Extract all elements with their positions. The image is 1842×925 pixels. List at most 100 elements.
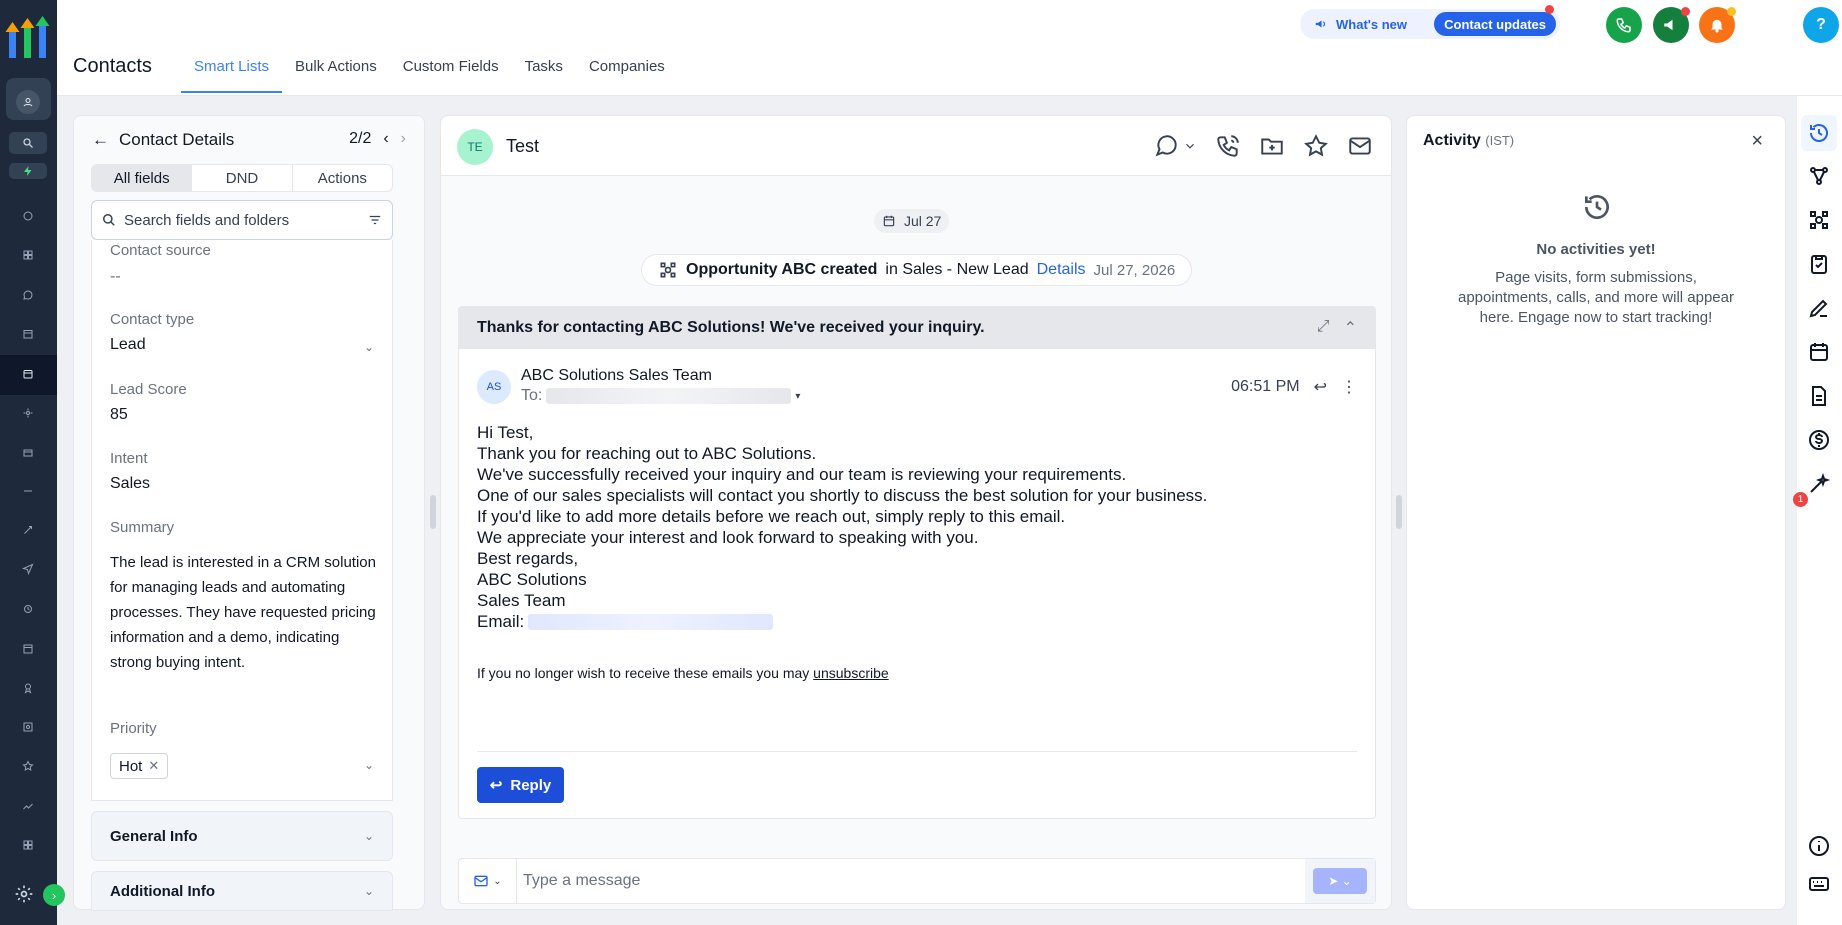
segment-dnd[interactable]: DND (191, 165, 291, 191)
nav-launchpad-icon[interactable] (19, 207, 37, 225)
nav-marketing-icon[interactable] (19, 560, 37, 578)
prev-contact-chevron-icon[interactable]: ‹ (383, 130, 388, 148)
tab-custom-fields[interactable]: Custom Fields (390, 58, 512, 92)
email-time: 06:51 PM (1231, 378, 1300, 395)
send-button[interactable]: ➤ ⌄ (1313, 868, 1367, 894)
help-question-icon: ? (1816, 16, 1826, 33)
appointments-calendar-icon[interactable] (1807, 340, 1831, 364)
keyboard-icon[interactable] (1807, 872, 1831, 896)
right-resize-handle[interactable] (1396, 495, 1402, 529)
recipients-dropdown-icon[interactable]: ▾ (795, 391, 800, 402)
reply-button[interactable]: ↩ Reply (477, 767, 564, 803)
lead-score-value[interactable]: 85 (110, 406, 128, 424)
phone-button[interactable] (1606, 7, 1642, 43)
whats-new-bar[interactable]: What's new Contact updates (1300, 9, 1560, 39)
segment-all-fields[interactable]: All fields (92, 165, 192, 191)
documents-icon[interactable] (1807, 384, 1831, 408)
expand-sidebar-button[interactable]: › (43, 884, 65, 906)
notes-pen-icon[interactable] (1807, 296, 1831, 320)
tab-smart-lists[interactable]: Smart Lists (181, 58, 283, 93)
tasks-clipboard-icon[interactable] (1807, 252, 1831, 276)
opportunity-name: Opportunity ABC created (686, 261, 878, 278)
tab-tasks[interactable]: Tasks (512, 58, 576, 92)
add-folder-icon[interactable] (1259, 133, 1285, 159)
opportunity-details-link[interactable]: Details (1037, 261, 1086, 279)
general-info-accordion[interactable]: General Info ⌄ (91, 811, 393, 861)
filter-icon[interactable] (368, 213, 382, 227)
workflow-icon[interactable] (1807, 164, 1831, 188)
lead-score-label: Lead Score (110, 381, 187, 398)
activity-tab-button[interactable] (1801, 115, 1837, 151)
email-subject-bar[interactable]: Thanks for contacting ABC Solutions! We'… (459, 307, 1375, 349)
intent-label: Intent (110, 450, 148, 467)
nav-memberships-icon[interactable] (19, 679, 37, 697)
nav-reporting-icon[interactable] (19, 797, 37, 815)
general-info-label: General Info (110, 827, 198, 845)
nav-reputation-icon[interactable] (19, 757, 37, 775)
summary-label: Summary (110, 519, 175, 536)
activity-empty-description: Page visits, form submissions, appointme… (1458, 269, 1734, 326)
unsubscribe-link[interactable]: unsubscribe (813, 665, 889, 681)
back-arrow-icon[interactable]: ← (92, 130, 109, 150)
email-message-card: Thanks for contacting ABC Solutions! We'… (458, 306, 1376, 819)
bell-icon (1711, 19, 1723, 33)
nav-payments-icon[interactable] (19, 444, 37, 462)
megaphone-icon (1315, 20, 1326, 28)
call-icon[interactable] (1215, 133, 1241, 159)
contact-type-select[interactable]: Lead (110, 336, 146, 354)
message-input[interactable]: Type a message (517, 872, 1305, 890)
date-divider-pill: Jul 27 (874, 209, 950, 233)
expand-icon[interactable]: ⤢ (1317, 318, 1330, 338)
megaphone-icon (1664, 19, 1673, 31)
help-button[interactable]: ? (1803, 7, 1839, 43)
more-options-icon[interactable]: ⋮ (1341, 377, 1357, 397)
nav-calendar-icon[interactable] (19, 325, 37, 343)
mail-icon[interactable] (1347, 133, 1373, 159)
remove-chip-close-icon[interactable]: ✕ (148, 758, 159, 774)
nav-opportunities-icon[interactable] (19, 404, 37, 422)
contact-source-label: Contact source (110, 242, 211, 259)
send-area: ➤ ⌄ (1305, 859, 1375, 903)
tab-companies[interactable]: Companies (576, 58, 678, 92)
segment-actions[interactable]: Actions (291, 165, 392, 191)
chevron-down-icon[interactable] (1183, 133, 1197, 159)
summary-value[interactable]: The lead is interested in a CRM solution… (110, 550, 380, 675)
email-body-line: If you'd like to add more details before… (477, 507, 1066, 526)
nav-dashboard-icon[interactable] (19, 246, 37, 264)
additional-info-accordion[interactable]: Additional Info ⌄ (91, 871, 393, 911)
nav-automation-icon[interactable] (19, 600, 37, 618)
chat-channel-icon[interactable] (1153, 133, 1179, 159)
nav-media-icon[interactable] (19, 718, 37, 736)
email-from: ABC Solutions Sales Team (521, 367, 712, 384)
user-circle-icon (16, 90, 40, 114)
app-logo[interactable] (5, 14, 51, 58)
nav-sites-icon[interactable] (19, 640, 37, 658)
divider (477, 751, 1357, 752)
tab-bulk-actions[interactable]: Bulk Actions (282, 58, 390, 92)
collapse-chevron-up-icon[interactable]: ⌃ (1344, 318, 1357, 338)
left-resize-handle[interactable] (430, 495, 436, 529)
close-icon[interactable]: × (1751, 130, 1763, 153)
fields-search-input[interactable]: Search fields and folders (91, 200, 393, 240)
channel-selector[interactable]: ⌄ (459, 859, 517, 903)
contact-name[interactable]: Test (506, 136, 539, 157)
priority-chevron-down-icon[interactable]: ⌄ (364, 758, 374, 772)
field-view-segmented-control: All fields DND Actions (91, 164, 393, 192)
next-contact-chevron-icon[interactable]: › (401, 130, 406, 148)
nav-ai-agents-icon[interactable] (19, 521, 37, 539)
contact-source-value[interactable]: -- (110, 268, 121, 286)
pagination-text: 2/2 (349, 130, 372, 147)
intent-value[interactable]: Sales (110, 475, 150, 493)
nav-app-marketplace-icon[interactable] (19, 836, 37, 854)
payments-dollar-icon[interactable] (1807, 428, 1831, 452)
nav-conversations-icon[interactable] (19, 286, 37, 304)
reply-arrow-icon[interactable]: ↩ (1314, 377, 1327, 397)
opportunities-icon[interactable] (1807, 208, 1831, 232)
settings-gear-icon[interactable] (14, 884, 34, 904)
activity-timezone: (IST) (1485, 133, 1515, 148)
chevron-down-icon[interactable]: ⌄ (364, 340, 374, 354)
info-icon[interactable] (1807, 834, 1831, 858)
star-icon[interactable] (1303, 133, 1329, 159)
contact-updates-button[interactable]: Contact updates (1434, 12, 1556, 36)
ai-sparkle-icon[interactable] (1807, 472, 1831, 496)
